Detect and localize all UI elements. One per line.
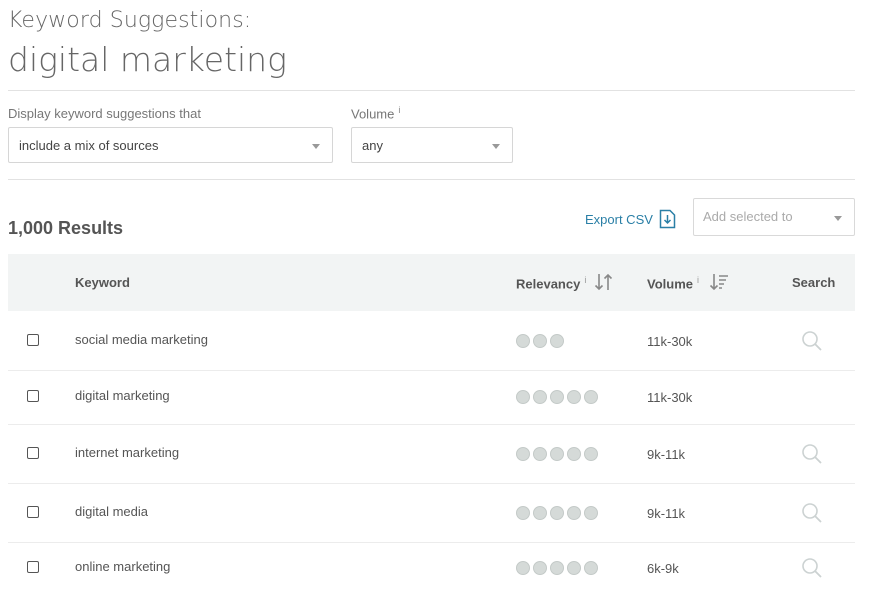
volume-filter-label: Volume i — [351, 105, 401, 122]
sort-descending-icon[interactable] — [709, 272, 729, 292]
relevancy-dot — [550, 561, 564, 575]
results-count: 1,000 Results — [8, 218, 124, 238]
volume-cell: 11k-30k — [647, 390, 693, 405]
keyword-cell: digital media — [75, 504, 148, 519]
info-icon[interactable]: i — [398, 105, 400, 115]
relevancy-dot — [584, 506, 598, 520]
relevancy-dot — [533, 506, 547, 520]
download-file-icon — [659, 209, 676, 229]
info-icon[interactable]: i — [584, 275, 586, 285]
relevancy-dot — [516, 390, 530, 404]
volume-cell: 9k-11k — [647, 447, 686, 462]
source-filter-select[interactable]: include a mix of sources — [8, 127, 333, 163]
keyword-cell: social media marketing — [75, 332, 208, 347]
column-header-keyword: Keyword — [75, 275, 130, 290]
column-header-relevancy[interactable]: Relevancy i — [516, 273, 613, 291]
relevancy-indicator — [516, 447, 598, 461]
relevancy-dot — [516, 447, 530, 461]
row-checkbox[interactable] — [27, 447, 39, 459]
relevancy-dot — [584, 390, 598, 404]
keyword-cell: internet marketing — [75, 445, 180, 460]
page-title-keyword: digital marketing — [8, 40, 287, 79]
relevancy-indicator — [516, 334, 564, 348]
export-csv-button[interactable]: Export CSV — [585, 209, 676, 229]
chevron-down-icon — [312, 144, 320, 149]
divider — [8, 179, 855, 180]
volume-cell: 11k-30k — [647, 334, 693, 349]
relevancy-dot — [516, 506, 530, 520]
row-checkbox[interactable] — [27, 334, 39, 346]
relevancy-indicator — [516, 561, 598, 575]
volume-filter-select[interactable]: any — [351, 127, 513, 163]
table-row: digital media 9k-11k — [8, 483, 855, 543]
search-icon[interactable] — [801, 443, 823, 465]
page-title-prefix: Keyword Suggestions: — [8, 8, 252, 33]
relevancy-dot — [533, 390, 547, 404]
table-row: internet marketing 9k-11k — [8, 424, 855, 484]
search-icon[interactable] — [801, 557, 823, 579]
volume-cell: 6k-9k — [647, 561, 679, 576]
divider — [8, 90, 855, 91]
source-filter-label: Display keyword suggestions that — [8, 106, 201, 121]
relevancy-indicator — [516, 506, 598, 520]
keyword-cell: online marketing — [75, 559, 171, 574]
relevancy-dot — [516, 561, 530, 575]
search-icon[interactable] — [801, 502, 823, 524]
row-checkbox[interactable] — [27, 506, 39, 518]
volume-cell: 9k-11k — [647, 506, 686, 521]
export-csv-label: Export CSV — [585, 211, 653, 227]
relevancy-dot — [567, 561, 581, 575]
column-header-search: Search — [792, 275, 836, 290]
table-row: social media marketing 11k-30k — [8, 312, 855, 371]
chevron-down-icon — [492, 144, 500, 149]
column-header-volume[interactable]: Volume i — [647, 274, 728, 291]
row-checkbox[interactable] — [27, 561, 39, 573]
relevancy-dot — [567, 390, 581, 404]
relevancy-dot — [550, 506, 564, 520]
table-row: digital marketing 11k-30k — [8, 370, 855, 425]
relevancy-dot — [584, 561, 598, 575]
relevancy-dot — [550, 447, 564, 461]
relevancy-dot — [550, 334, 564, 348]
relevancy-dot — [533, 561, 547, 575]
sort-icon[interactable] — [594, 272, 614, 292]
row-checkbox[interactable] — [27, 390, 39, 402]
info-icon[interactable]: i — [697, 275, 699, 285]
relevancy-dot — [533, 334, 547, 348]
chevron-down-icon — [834, 216, 842, 221]
table-header: Keyword Relevancy i Volume i Search — [8, 254, 855, 311]
relevancy-dot — [516, 334, 530, 348]
relevancy-dot — [584, 447, 598, 461]
relevancy-dot — [533, 447, 547, 461]
keyword-cell: digital marketing — [75, 388, 170, 403]
relevancy-dot — [567, 506, 581, 520]
relevancy-dot — [567, 447, 581, 461]
search-icon[interactable] — [801, 330, 823, 352]
add-selected-dropdown[interactable]: Add selected to — [693, 198, 855, 236]
relevancy-dot — [550, 390, 564, 404]
table-row: online marketing 6k-9k — [8, 542, 855, 593]
relevancy-indicator — [516, 390, 598, 404]
